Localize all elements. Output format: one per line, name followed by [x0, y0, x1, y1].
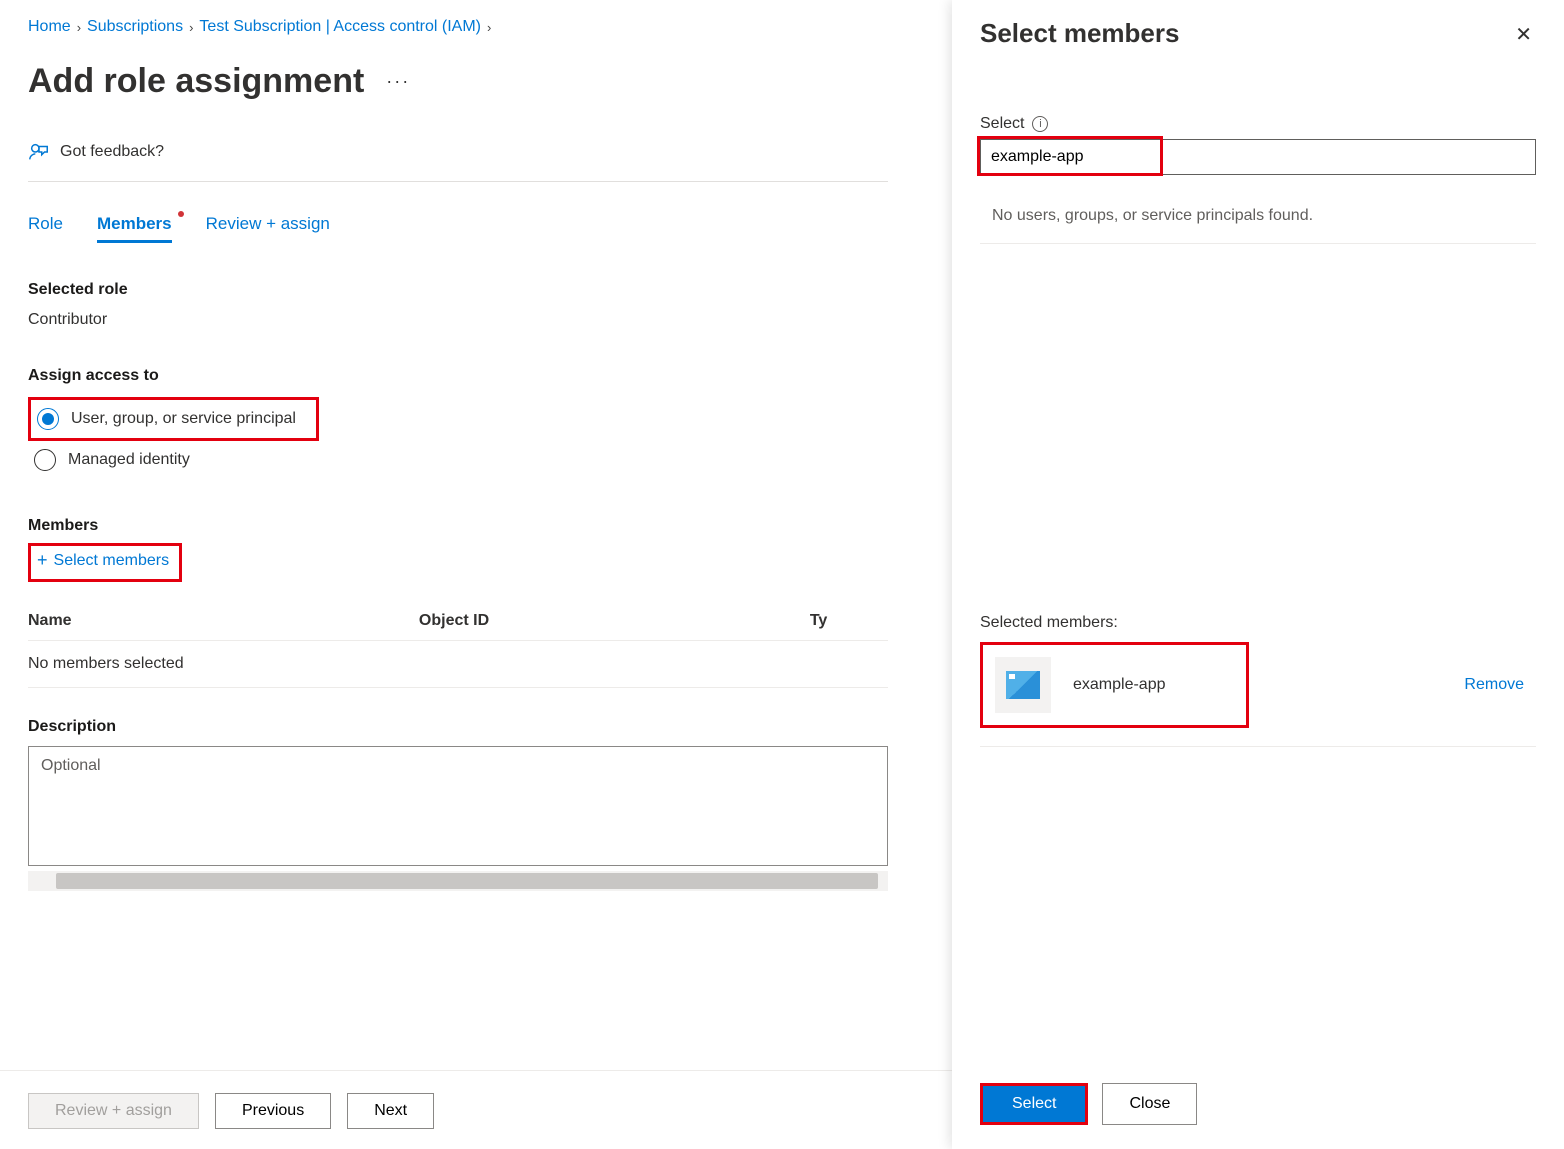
selected-role-value: Contributor [28, 311, 888, 329]
radio-icon [34, 449, 56, 471]
chevron-right-icon: › [487, 20, 491, 35]
page-title: Add role assignment [28, 62, 364, 101]
tab-members-label: Members [97, 214, 172, 233]
horizontal-scrollbar[interactable] [28, 871, 888, 891]
col-header-object-id: Object ID [419, 612, 810, 630]
feedback-icon [28, 141, 50, 163]
select-members-panel: Select members ✕ Select i No users, grou… [952, 0, 1564, 1149]
breadcrumb: Home › Subscriptions › Test Subscription… [28, 18, 888, 36]
breadcrumb-subscriptions[interactable]: Subscriptions [87, 18, 183, 36]
col-header-name: Name [28, 612, 419, 630]
tab-indicator-dot [178, 211, 184, 217]
radio-icon [37, 408, 59, 430]
tab-role[interactable]: Role [28, 214, 63, 243]
assign-access-label: Assign access to [28, 367, 888, 385]
close-button[interactable]: Close [1102, 1083, 1197, 1125]
remove-member-link[interactable]: Remove [1464, 676, 1524, 694]
select-field-label: Select [980, 115, 1024, 133]
feedback-link[interactable]: Got feedback? [28, 141, 888, 182]
table-empty-row: No members selected [28, 640, 888, 688]
info-icon[interactable]: i [1032, 116, 1048, 132]
no-results-text: No users, groups, or service principals … [980, 207, 1536, 244]
select-members-text: Select members [54, 552, 170, 570]
tab-review[interactable]: Review + assign [206, 214, 330, 243]
select-members-link[interactable]: + Select members [37, 550, 169, 571]
breadcrumb-subscription-iam[interactable]: Test Subscription | Access control (IAM) [199, 18, 481, 36]
members-label: Members [28, 517, 888, 535]
radio-managed-identity[interactable]: Managed identity [28, 441, 888, 479]
panel-title: Select members [980, 18, 1179, 49]
review-assign-button[interactable]: Review + assign [28, 1093, 199, 1129]
app-icon [995, 657, 1051, 713]
description-input[interactable] [28, 746, 888, 866]
next-button[interactable]: Next [347, 1093, 434, 1129]
radio-user-group-sp[interactable]: User, group, or service principal [31, 400, 306, 438]
close-icon[interactable]: ✕ [1511, 18, 1536, 51]
previous-button[interactable]: Previous [215, 1093, 331, 1129]
chevron-right-icon: › [189, 20, 193, 35]
selected-members-label: Selected members: [980, 614, 1536, 632]
plus-icon: + [37, 550, 48, 571]
radio-managed-identity-label: Managed identity [68, 451, 190, 469]
selected-role-label: Selected role [28, 281, 888, 299]
tabs: Role Members Review + assign [28, 214, 888, 243]
more-menu-icon[interactable]: ··· [386, 71, 410, 92]
member-search-input[interactable] [980, 139, 1536, 175]
feedback-text: Got feedback? [60, 143, 164, 161]
radio-user-group-sp-label: User, group, or service principal [71, 410, 296, 428]
breadcrumb-home[interactable]: Home [28, 18, 71, 36]
col-header-type: Ty [810, 612, 888, 630]
tab-members[interactable]: Members [97, 214, 172, 243]
selected-member-name: example-app [1073, 676, 1166, 694]
select-button[interactable]: Select [983, 1086, 1085, 1122]
chevron-right-icon: › [77, 20, 81, 35]
description-label: Description [28, 718, 888, 736]
